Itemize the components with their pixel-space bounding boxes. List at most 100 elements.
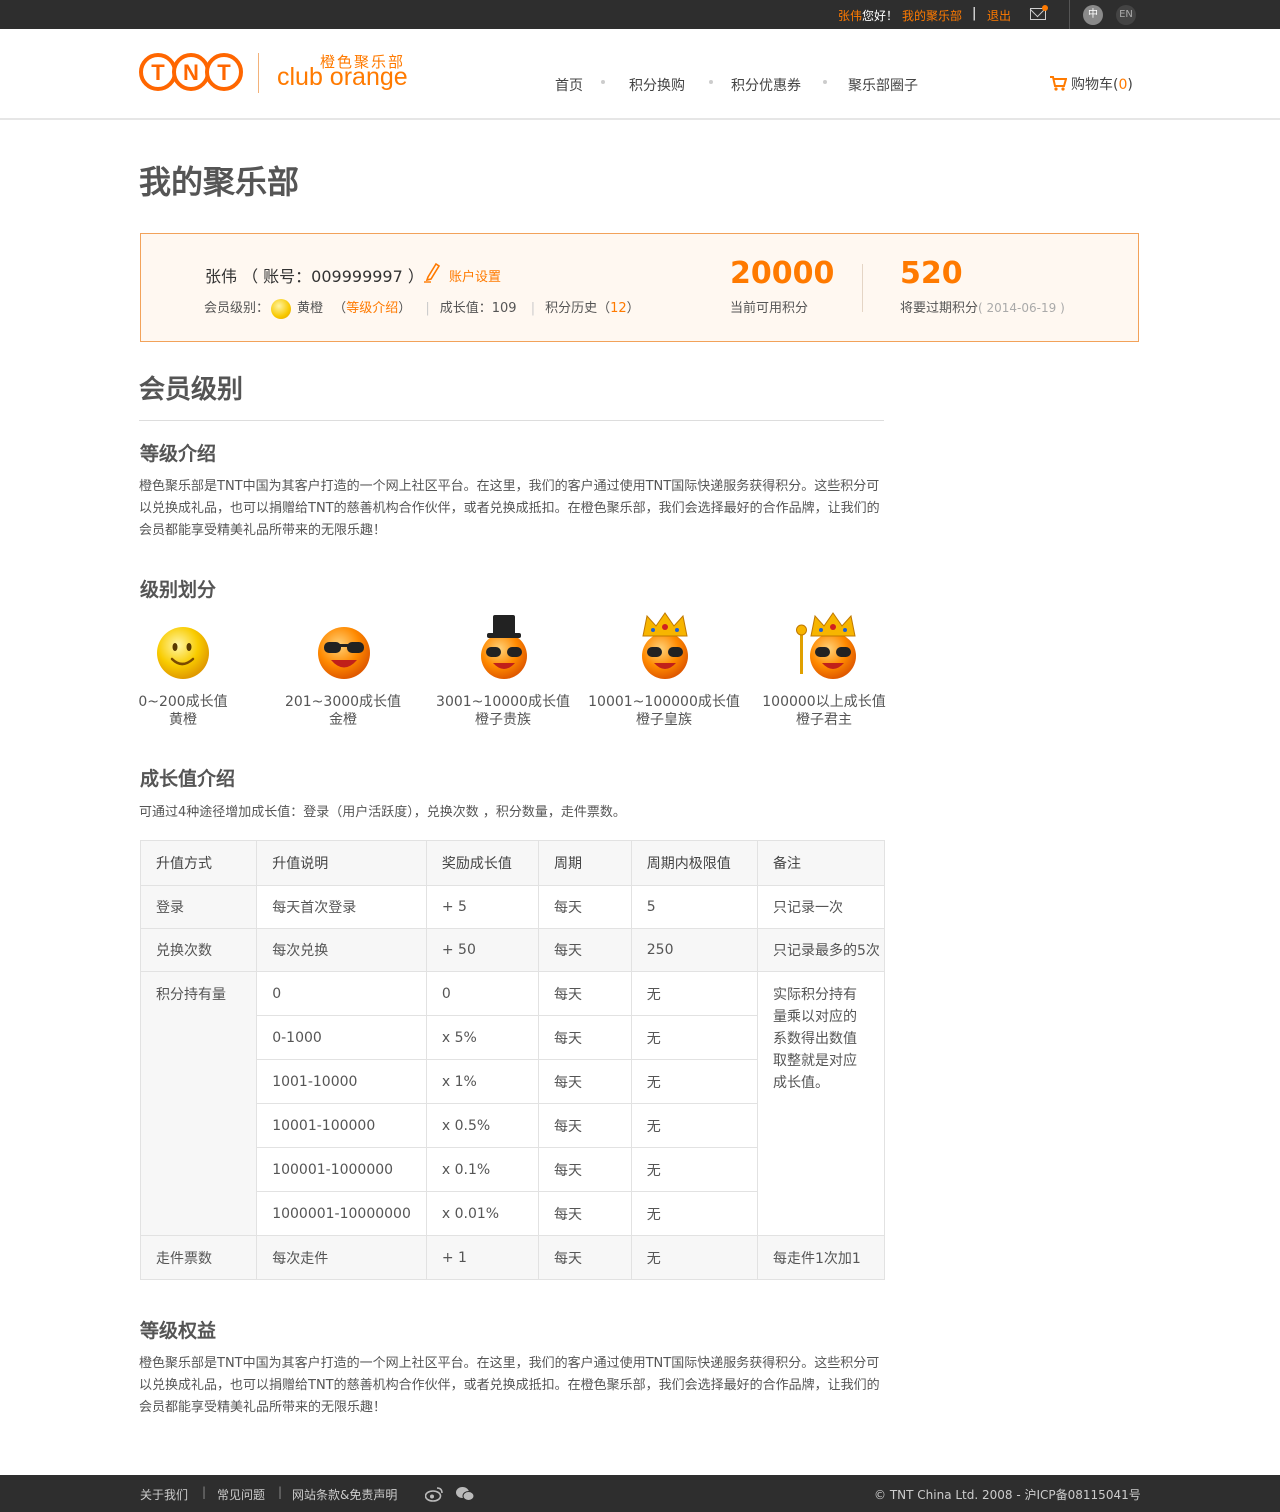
footer-link-terms[interactable]: 网站条款&免责声明 <box>292 1486 397 1503</box>
user-name-link[interactable]: 张伟 <box>838 9 862 23</box>
growth-intro-text: 可通过4种途径增加成长值：登录（用户活跃度），兑换次数 ，积分数量，走件票数。 <box>139 805 626 820</box>
growth-value: 成长值：109 <box>439 301 517 316</box>
table-cell: 每天 <box>537 1015 632 1060</box>
expiring-label-text: 将要过期积分 <box>900 301 979 316</box>
table-cell: 每天 <box>537 928 632 972</box>
footer-separator: | <box>202 1485 207 1499</box>
table-cell: 每天首次登录 <box>256 885 427 929</box>
paren-close: ） <box>398 301 412 316</box>
table-header: 奖励成长值 <box>425 840 539 886</box>
table-row: 走件票数 每次走件 + 1 每天 无 每走件1次加1 <box>139 1235 885 1280</box>
level-name: 橙子君主 <box>796 712 852 728</box>
table-cell: x 1% <box>425 1059 539 1104</box>
tophat-icon <box>481 615 527 679</box>
wechat-icon[interactable] <box>455 1486 475 1502</box>
logout-link[interactable]: 退出 <box>987 7 1011 24</box>
table-cell: 每次兑换 <box>256 928 427 972</box>
nav-points-exchange[interactable]: 积分换购 <box>629 75 685 95</box>
topbar-divider <box>1069 0 1070 29</box>
table-header: 升值说明 <box>256 840 427 886</box>
level-name: 金橙 <box>329 712 357 728</box>
stat-divider <box>862 264 863 312</box>
table-cell: + 50 <box>425 928 539 972</box>
table-cell: x 0.01% <box>425 1191 539 1236</box>
pencil-icon[interactable] <box>423 261 441 283</box>
table-cell: 每走件1次加1 <box>757 1235 885 1280</box>
nav-coupons[interactable]: 积分优惠券 <box>731 75 801 95</box>
table-cell: 登录 <box>139 885 258 929</box>
smiley-icon <box>157 627 209 679</box>
logo-letter: N <box>183 60 199 85</box>
top-bar: 张伟您好！ 我的聚乐部 | 退出 中 EN <box>0 0 1280 29</box>
cart-label: 购物车 <box>1071 77 1113 93</box>
sunglasses-icon <box>318 627 370 679</box>
table-cell: 只记录一次 <box>757 885 885 929</box>
level-range: 100000以上成长值 <box>762 694 886 710</box>
table-cell: x 5% <box>425 1015 539 1060</box>
tnt-logo[interactable]: T NT <box>139 53 243 91</box>
level-intro-text: 橙色聚乐部是TNT中国为其客户打造的一个网上社区平台。在这里，我们的客户通过使用… <box>139 479 880 538</box>
table-cell: 每天 <box>537 1147 632 1192</box>
cart-link[interactable]: 购物车(0) <box>1049 74 1133 94</box>
club-name-en: club orange <box>277 63 408 91</box>
section-title-membership: 会员级别 <box>139 375 244 405</box>
my-club-link[interactable]: 我的聚乐部 <box>902 9 962 23</box>
table-cell: 无 <box>630 1059 759 1104</box>
table-cell: 0-1000 <box>256 1015 427 1060</box>
level-name: 黄橙 <box>169 712 197 728</box>
expiring-points: 520 <box>900 256 963 291</box>
level-range: 10001~100000成长值 <box>588 694 740 710</box>
footer-link-about[interactable]: 关于我们 <box>140 1486 188 1503</box>
table-cell: 250 <box>630 928 759 972</box>
table-cell: 每天 <box>537 971 632 1016</box>
level-caption: 10001~100000成长值 橙子皇族 <box>584 693 744 729</box>
history-close: ） <box>626 301 640 316</box>
table-cell: + 1 <box>425 1235 539 1280</box>
lang-en-button[interactable]: EN <box>1116 5 1136 25</box>
table-cell: 1001-10000 <box>256 1059 427 1104</box>
table-row: 兑换次数 每次兑换 + 50 每天 250 只记录最多的5次 <box>139 928 885 972</box>
growth-table: 升值方式 升值说明 奖励成长值 周期 周期内极限值 备注 登录 每天首次登录 +… <box>139 840 885 1280</box>
site-footer: 关于我们 | 常见问题 | 网站条款&免责声明 © TNT China Ltd.… <box>0 1475 1280 1512</box>
table-cell: 每次走件 <box>256 1235 427 1280</box>
benefits-text: 橙色聚乐部是TNT中国为其客户打造的一个网上社区平台。在这里，我们的客户通过使用… <box>139 1356 880 1415</box>
level-caption: 201~3000成长值 金橙 <box>263 693 423 729</box>
footer-link-faq[interactable]: 常见问题 <box>217 1486 265 1503</box>
section-divider <box>139 420 884 421</box>
subtitle-benefits: 等级权益 <box>140 1320 217 1342</box>
lang-zh-button[interactable]: 中 <box>1083 5 1103 25</box>
logo-letter: T <box>217 60 231 85</box>
table-header-row: 升值方式 升值说明 奖励成长值 周期 周期内极限值 备注 <box>139 840 885 886</box>
table-cell: 每天 <box>537 1103 632 1148</box>
table-row: 登录 每天首次登录 + 5 每天 5 只记录一次 <box>139 885 885 929</box>
table-cell: 实际积分持有量乘以对应的系数得出数值取整就是对应成长值。 <box>757 971 885 1236</box>
history-count-link[interactable]: 12 <box>610 301 627 316</box>
member-info-row: 会员级别： 黄橙 （等级介绍） | 成长值：109 | 积分历史（12） <box>204 297 640 319</box>
nav-home[interactable]: 首页 <box>555 75 583 95</box>
nav-club-circle[interactable]: 聚乐部圈子 <box>848 75 918 95</box>
available-points-label: 当前可用积分 <box>730 301 809 316</box>
table-cell: 100001-1000000 <box>256 1147 427 1192</box>
nav-dot <box>709 80 713 84</box>
level-intro-link[interactable]: 等级介绍 <box>346 301 398 316</box>
table-cell: 无 <box>630 1147 759 1192</box>
table-header: 升值方式 <box>139 840 258 886</box>
cart-icon <box>1050 76 1068 91</box>
info-separator: | <box>425 301 430 316</box>
level-range: 0~200成长值 <box>138 694 228 710</box>
table-cell: 每天 <box>537 1059 632 1104</box>
level-range: 201~3000成长值 <box>284 694 402 710</box>
history-label: 积分历史（ <box>545 301 611 316</box>
table-cell: 每天 <box>537 885 632 929</box>
weibo-icon[interactable] <box>425 1486 443 1502</box>
logo-divider <box>258 53 259 93</box>
copyright-text: © TNT China Ltd. 2008 - 沪ICP备08115041号 <box>874 1488 1141 1502</box>
level-label: 会员级别： <box>204 301 270 316</box>
subtitle-levels: 级别划分 <box>140 579 217 601</box>
subtitle-growth: 成长值介绍 <box>140 768 236 790</box>
account-settings-link[interactable]: 账户设置 <box>449 266 501 285</box>
expire-date: ( 2014-06-19 ) <box>978 301 1065 315</box>
table-cell: 1000001-10000000 <box>256 1191 427 1236</box>
table-cell: 0 <box>425 971 539 1016</box>
cart-count: 0 <box>1118 77 1128 93</box>
